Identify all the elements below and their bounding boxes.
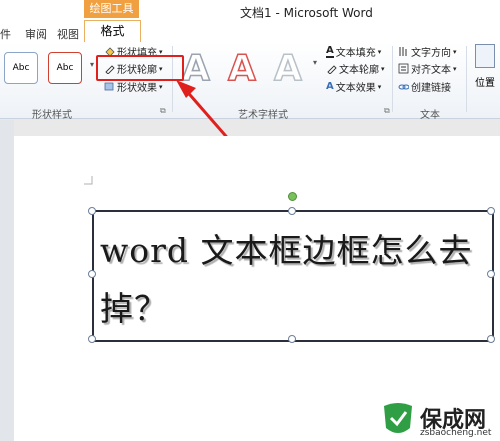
resize-handle[interactable] (88, 335, 96, 343)
rotation-handle[interactable] (288, 192, 297, 201)
resize-handle[interactable] (88, 270, 96, 278)
margin-corner-mark (84, 176, 93, 185)
resize-handle[interactable] (487, 207, 495, 215)
text-box-content[interactable]: word 文本框边框怎么去掉？ (100, 222, 480, 338)
resize-handle[interactable] (88, 207, 96, 215)
resize-handle[interactable] (487, 270, 495, 278)
watermark-url: zsbaocheng.net (420, 428, 492, 438)
left-margin (0, 120, 14, 441)
resize-handle[interactable] (288, 335, 296, 343)
resize-handle[interactable] (288, 207, 296, 215)
resize-handle[interactable] (487, 335, 495, 343)
